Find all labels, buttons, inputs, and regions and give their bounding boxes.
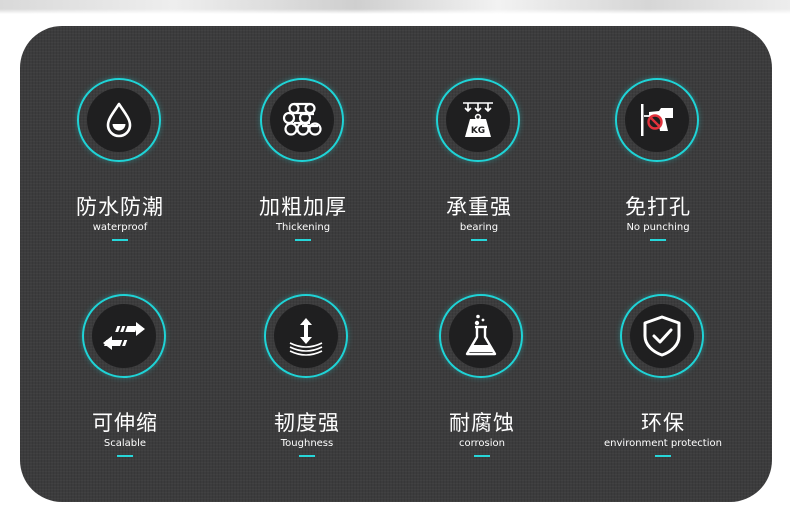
accent-underline: [112, 239, 128, 241]
feature-waterproof: 防水防潮 waterproof: [30, 78, 210, 268]
features-panel: 防水防潮 waterproof 加粗加厚 Thickening KG 承重强 b…: [20, 26, 772, 502]
icon-ring: [615, 78, 699, 162]
accent-underline: [474, 455, 490, 457]
feature-title: 承重强: [446, 195, 512, 219]
feature-title: 环保: [641, 411, 685, 435]
feature-thickening: 加粗加厚 Thickening: [213, 78, 393, 268]
icon-ring: [620, 294, 704, 378]
icon-ring: [439, 294, 523, 378]
no-drill-icon: [625, 88, 689, 152]
feature-subtitle: corrosion: [458, 438, 505, 449]
accent-underline: [299, 455, 315, 457]
feature-subtitle: environment protection: [604, 438, 722, 449]
feature-title: 耐腐蚀: [449, 411, 515, 435]
accent-underline: [650, 239, 666, 241]
feature-toughness: 韧度强 Toughness: [217, 294, 397, 484]
water-drop-icon: [87, 88, 151, 152]
feature-no-punching: 免打孔 No punching: [568, 78, 748, 268]
kg-label: KG: [471, 126, 485, 136]
top-decorative-strip: [0, 0, 790, 14]
weight-bearing-icon: KG: [446, 88, 510, 152]
accent-underline: [655, 455, 671, 457]
feature-subtitle: Thickening: [275, 222, 331, 233]
feature-subtitle: No punching: [626, 222, 690, 233]
feature-title: 免打孔: [625, 195, 691, 219]
feature-scalable: 可伸缩 Scalable: [35, 294, 215, 484]
accent-underline: [295, 239, 311, 241]
icon-ring: [264, 294, 348, 378]
flex-arrow-icon: [274, 304, 338, 368]
icon-ring: [260, 78, 344, 162]
feature-subtitle: bearing: [459, 222, 499, 233]
feature-subtitle: Toughness: [280, 438, 334, 449]
feature-subtitle: Scalable: [103, 438, 147, 449]
feature-subtitle: waterproof: [92, 222, 148, 233]
feature-bearing: KG 承重强 bearing: [389, 78, 569, 268]
feature-environment-protection: 环保 environment protection: [573, 294, 753, 484]
flask-icon: [449, 304, 513, 368]
accent-underline: [117, 455, 133, 457]
feature-title: 防水防潮: [76, 195, 164, 219]
accent-underline: [471, 239, 487, 241]
feature-title: 可伸缩: [92, 411, 158, 435]
telescopic-arrows-icon: [92, 304, 156, 368]
feature-title: 韧度强: [274, 411, 340, 435]
pipes-bundle-icon: [270, 88, 334, 152]
shield-check-icon: [630, 304, 694, 368]
feature-corrosion: 耐腐蚀 corrosion: [392, 294, 572, 484]
icon-ring: KG: [436, 78, 520, 162]
feature-title: 加粗加厚: [259, 195, 347, 219]
icon-ring: [77, 78, 161, 162]
icon-ring: [82, 294, 166, 378]
